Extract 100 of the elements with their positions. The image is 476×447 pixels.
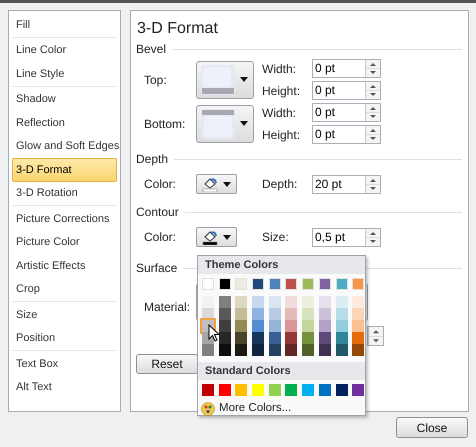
- color-swatch[interactable]: [268, 332, 281, 344]
- color-swatch[interactable]: [235, 332, 248, 344]
- color-swatch[interactable]: [336, 344, 348, 356]
- sidebar-item[interactable]: Artistic Effects: [12, 254, 117, 278]
- color-swatch[interactable]: [218, 332, 231, 344]
- sidebar-item[interactable]: Reflection: [12, 111, 117, 134]
- color-swatch[interactable]: [268, 308, 281, 320]
- color-swatch[interactable]: [352, 320, 364, 332]
- color-swatch[interactable]: [285, 320, 298, 332]
- more-colors-item[interactable]: More Colors...: [201, 400, 365, 418]
- color-swatch[interactable]: [336, 308, 348, 320]
- spin-field[interactable]: 0 pt: [312, 103, 381, 122]
- color-swatch[interactable]: [252, 320, 264, 332]
- spin-buttons[interactable]: [368, 327, 383, 345]
- color-swatch[interactable]: [318, 384, 331, 396]
- color-swatch[interactable]: [252, 278, 264, 290]
- color-swatch[interactable]: [318, 320, 331, 332]
- color-swatch[interactable]: [318, 344, 331, 356]
- spin-field[interactable]: 20 pt: [312, 174, 381, 194]
- color-swatch[interactable]: [318, 332, 331, 344]
- color-swatch[interactable]: [268, 278, 281, 290]
- color-swatch[interactable]: [218, 308, 231, 320]
- color-swatch[interactable]: [202, 344, 214, 356]
- color-dropdown[interactable]: [196, 174, 237, 194]
- sidebar-item[interactable]: Alt Text: [12, 376, 117, 399]
- color-swatch[interactable]: [318, 296, 331, 308]
- color-swatch[interactable]: [252, 344, 264, 356]
- color-swatch[interactable]: [202, 384, 214, 396]
- color-swatch[interactable]: [318, 308, 331, 320]
- sidebar-item[interactable]: Crop: [12, 278, 117, 301]
- color-swatch[interactable]: [352, 296, 364, 308]
- color-swatch[interactable]: [235, 296, 248, 308]
- color-swatch[interactable]: [218, 320, 231, 332]
- color-swatch[interactable]: [285, 332, 298, 344]
- color-swatch[interactable]: [352, 308, 364, 320]
- color-dropdown[interactable]: [196, 227, 237, 247]
- color-swatch[interactable]: [302, 332, 314, 344]
- color-swatch[interactable]: [302, 384, 314, 396]
- color-swatch[interactable]: [218, 296, 231, 308]
- color-swatch[interactable]: [235, 278, 248, 290]
- spin-buttons[interactable]: [365, 60, 380, 77]
- color-swatch[interactable]: [235, 344, 248, 356]
- color-swatch[interactable]: [235, 308, 248, 320]
- sidebar-item[interactable]: Line Style: [12, 62, 117, 86]
- spin-buttons[interactable]: [365, 176, 380, 192]
- bevel-dropdown[interactable]: [196, 104, 254, 142]
- color-swatch[interactable]: [336, 278, 348, 290]
- spin-buttons[interactable]: [365, 104, 380, 121]
- spin-buttons[interactable]: [365, 126, 380, 143]
- color-swatch[interactable]: [285, 308, 298, 320]
- color-swatch[interactable]: [218, 344, 231, 356]
- sidebar-item[interactable]: Position: [12, 326, 117, 350]
- spin-field[interactable]: 0,5 pt: [312, 228, 381, 246]
- color-swatch[interactable]: [285, 278, 298, 290]
- color-swatch[interactable]: [318, 278, 331, 290]
- color-swatch[interactable]: [302, 296, 314, 308]
- color-swatch[interactable]: [336, 384, 348, 396]
- sidebar-item[interactable]: Shadow: [12, 88, 117, 111]
- color-swatch[interactable]: [336, 332, 348, 344]
- sidebar-item[interactable]: Text Box: [12, 352, 117, 376]
- sidebar-item[interactable]: Picture Color: [12, 230, 117, 254]
- color-swatch[interactable]: [252, 296, 264, 308]
- color-swatch[interactable]: [352, 384, 364, 396]
- color-swatch[interactable]: [235, 320, 248, 332]
- sidebar-item[interactable]: Line Color: [12, 38, 117, 62]
- color-swatch[interactable]: [302, 278, 314, 290]
- color-swatch[interactable]: [252, 308, 264, 320]
- color-swatch[interactable]: [302, 344, 314, 356]
- spin-field[interactable]: 0 pt: [312, 81, 381, 100]
- sidebar-item[interactable]: 3-D Rotation: [12, 182, 117, 205]
- color-swatch[interactable]: [352, 278, 364, 290]
- spin-buttons[interactable]: [365, 228, 380, 246]
- spin-buttons[interactable]: [365, 82, 380, 99]
- color-swatch[interactable]: [235, 384, 248, 396]
- reset-button[interactable]: Reset: [136, 354, 198, 374]
- color-swatch[interactable]: [268, 320, 281, 332]
- color-swatch[interactable]: [352, 344, 364, 356]
- spin-field[interactable]: 0 pt: [312, 59, 381, 78]
- color-swatch[interactable]: [218, 278, 231, 290]
- color-swatch[interactable]: [252, 332, 264, 344]
- sidebar-item[interactable]: Glow and Soft Edges: [12, 134, 117, 158]
- color-swatch[interactable]: [202, 278, 214, 290]
- spin-field[interactable]: 0 pt: [312, 125, 381, 144]
- color-swatch[interactable]: [285, 344, 298, 356]
- sidebar-item[interactable]: Picture Corrections: [12, 207, 117, 230]
- color-swatch[interactable]: [302, 308, 314, 320]
- sidebar-item[interactable]: Size: [12, 303, 117, 326]
- color-swatch[interactable]: [268, 344, 281, 356]
- color-swatch[interactable]: [336, 320, 348, 332]
- color-swatch[interactable]: [268, 384, 281, 396]
- color-swatch[interactable]: [252, 384, 264, 396]
- color-swatch[interactable]: [218, 384, 231, 396]
- close-button[interactable]: Close: [396, 417, 468, 438]
- bevel-dropdown[interactable]: [196, 60, 254, 98]
- color-swatch[interactable]: [202, 296, 214, 308]
- color-swatch[interactable]: [352, 332, 364, 344]
- color-swatch[interactable]: [302, 320, 314, 332]
- sidebar-item[interactable]: Fill: [12, 13, 117, 36]
- color-swatch[interactable]: [285, 296, 298, 308]
- sidebar-item[interactable]: 3-D Format: [12, 158, 117, 182]
